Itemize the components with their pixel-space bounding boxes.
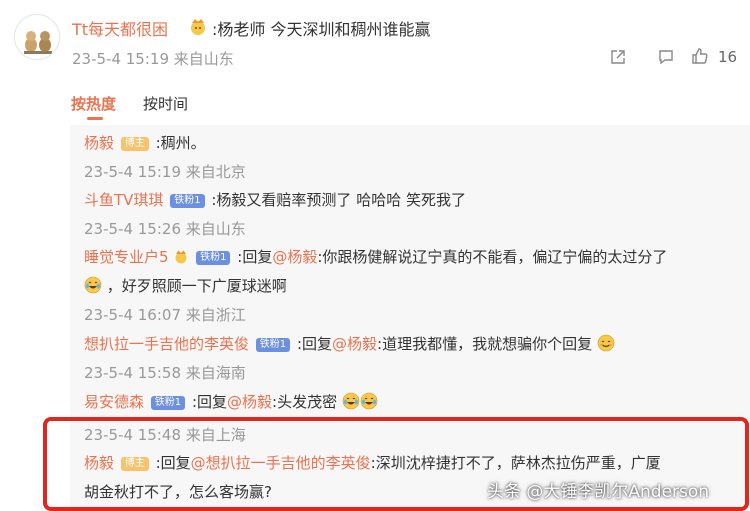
reply-text: :稠州。 — [155, 134, 206, 152]
reply-text: :你跟杨健解说辽宁真的不能看，偏辽宁偏的太过分了 — [317, 248, 668, 266]
reply-meta: 23-5-4 16:07 来自浙江 — [84, 306, 246, 324]
reply-item: 易安德森 铁粉1 :回复@杨毅:头发茂密 — [84, 391, 378, 412]
main-username[interactable]: Tt每天都很困 — [72, 16, 168, 40]
like-icon[interactable] — [690, 46, 710, 66]
reply-text-continued: ，好歹照顾一下广厦球迷啊 — [84, 275, 287, 296]
mention-link[interactable]: @杨毅 — [227, 393, 272, 411]
vip-crown-icon — [173, 248, 189, 264]
vip-crown-icon — [188, 16, 208, 36]
mention-link[interactable]: @杨毅 — [332, 335, 377, 353]
reply-meta: 23-5-4 15:26 来自山东 — [84, 220, 246, 238]
reply-text: :头发茂密 — [272, 393, 338, 411]
reply-username[interactable]: 斗鱼TV琪琪 — [84, 191, 163, 209]
reply-text: ，好歹照顾一下广厦球迷啊 — [106, 277, 287, 295]
reply-meta: 23-5-4 15:58 来自海南 — [84, 364, 246, 382]
reply-prefix: :回复 — [296, 335, 333, 353]
tab-active-indicator — [87, 117, 103, 120]
smile-emoji — [597, 334, 615, 352]
fan-badge: 铁粉1 — [255, 338, 291, 352]
reply-prefix: :回复 — [191, 393, 228, 411]
reply-item: 想扒拉一手吉他的李英俊 铁粉1 :回复@杨毅:道理我都懂，我就想骗你个回复 — [84, 333, 615, 354]
reply-item: 睡觉专业户5 铁粉1 :回复@杨毅:你跟杨健解说辽宁真的不能看，偏辽宁偏的太过分… — [84, 246, 667, 267]
share-icon[interactable] — [609, 48, 627, 66]
fan-badge: 铁粉1 — [170, 194, 205, 208]
reply-meta: 23-5-4 15:19 来自北京 — [84, 163, 246, 181]
main-comment-meta: 23-5-4 15:19 来自山东 — [72, 50, 234, 68]
reply-text: :杨毅又看赔率预测了 哈哈哈 笑死我了 — [211, 191, 466, 209]
laugh-cry-emoji — [84, 276, 102, 294]
reply-username[interactable]: 睡觉专业户5 — [84, 248, 169, 266]
host-badge: 博主 — [120, 137, 149, 151]
reply-prefix: :回复 — [237, 248, 273, 266]
main-comment: Tt每天都很困 :杨老师 今天深圳和稠州谁能赢 23-5-4 15:19 来自山… — [0, 0, 750, 80]
tab-sort-by-hot[interactable]: 按热度 — [71, 93, 116, 114]
reply-text: :道理我都懂，我就想骗你个回复 — [377, 335, 593, 353]
main-comment-text: :杨老师 今天深圳和稠州谁能赢 — [212, 20, 431, 39]
fan-badge: 铁粉1 — [196, 251, 231, 265]
reply-username[interactable]: 杨毅 — [84, 134, 114, 152]
fan-badge: 铁粉1 — [150, 396, 186, 410]
tab-sort-by-time[interactable]: 按时间 — [143, 93, 188, 114]
watermark: 头条 @大锤李凯尔Anderson — [487, 482, 710, 502]
reply-item: 斗鱼TV琪琪 铁粉1 :杨毅又看赔率预测了 哈哈哈 笑死我了 — [84, 189, 466, 210]
reply-username[interactable]: 易安德森 — [84, 393, 144, 411]
like-count: 16 — [718, 48, 738, 66]
reply-item: 杨毅 博主 :稠州。 — [84, 132, 206, 153]
comment-icon[interactable] — [657, 48, 675, 66]
laugh-cry-emoji — [342, 392, 360, 410]
avatar[interactable] — [14, 14, 60, 60]
reply-username[interactable]: 想扒拉一手吉他的李英俊 — [84, 335, 249, 353]
mention-link[interactable]: @杨毅 — [272, 248, 317, 266]
laugh-cry-emoji — [360, 392, 378, 410]
